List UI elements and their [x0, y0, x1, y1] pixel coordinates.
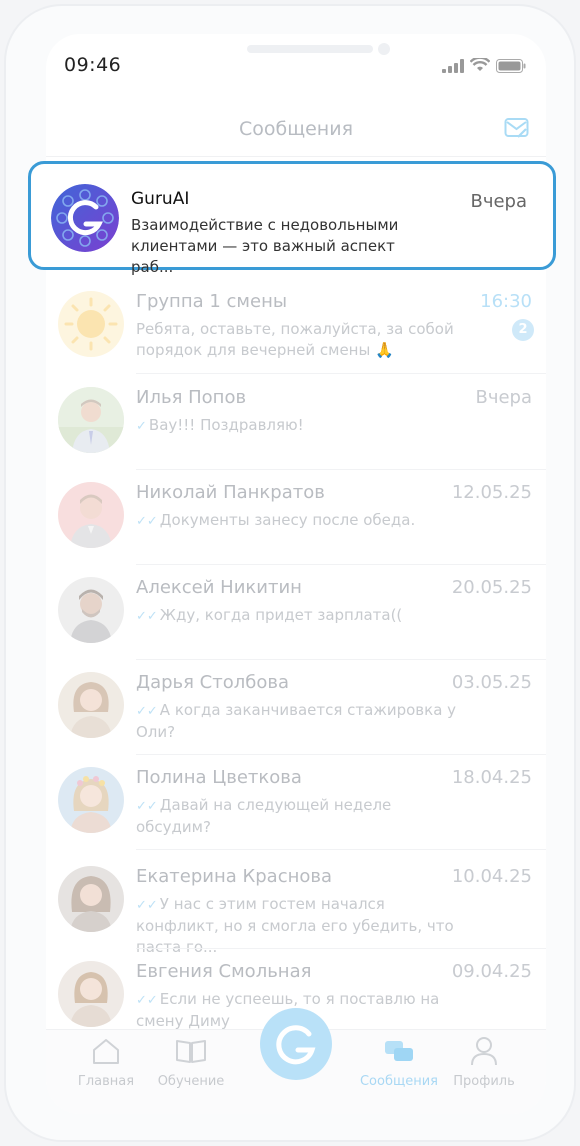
tab-label: Сообщения: [359, 1074, 438, 1089]
chat-preview: ✓✓ Давай на следующей неделе обсудим?: [136, 795, 466, 838]
wifi-icon: [470, 58, 490, 71]
chat-row-darya[interactable]: Дарья Столбова 03.05.25 ✓✓ А когда заканч…: [46, 660, 546, 755]
tab-label: Обучение: [157, 1074, 225, 1089]
check-icon: ✓: [136, 419, 147, 434]
chat-preview: ✓ Вау!!! Поздравляю!: [136, 415, 466, 437]
tab-learning[interactable]: Обучение: [146, 1036, 236, 1089]
chat-row-ilya[interactable]: Илья Попов Вчера ✓ Вау!!! Поздравляю!: [46, 375, 546, 470]
chat-preview: Взаимодействие с недовольными клиентами …: [131, 216, 399, 276]
chat-time: 16:30: [480, 291, 532, 312]
page-title: Сообщения: [238, 118, 354, 140]
chat-name: Полина Цветкова: [136, 767, 302, 788]
chat-time: 20.05.25: [451, 577, 532, 598]
avatar-sun: [58, 291, 124, 357]
avatar: [58, 767, 124, 833]
chat-row-guruai-highlighted[interactable]: GuruAI Вчера Взаимодействие с недовольны…: [28, 161, 556, 276]
avatar: [58, 387, 124, 453]
chat-preview-text: А когда заканчивается стажировка у Оли?: [136, 701, 457, 741]
book-icon: [176, 1040, 206, 1063]
chat-time: 12.05.25: [451, 482, 532, 503]
chat-name: Алексей Никитин: [136, 577, 302, 598]
chat-row-polina[interactable]: Полина Цветкова 18.04.25 ✓✓ Давай на след…: [46, 755, 546, 850]
chat-preview: ✓✓ Жду, когда придет зарплата((: [136, 605, 466, 627]
chat-name: Николай Панкратов: [136, 482, 325, 503]
battery-icon: [496, 58, 526, 73]
chat-time: Вчера: [470, 191, 527, 212]
tab-profile[interactable]: Профиль: [439, 1036, 529, 1089]
double-check-icon: ✓✓: [136, 993, 158, 1008]
chat-row-nikolay[interactable]: Николай Панкратов 12.05.25 ✓✓ Документы з…: [46, 470, 546, 565]
chat-preview-text: Документы занесу после обеда.: [159, 511, 416, 529]
avatar: [58, 961, 124, 1027]
chat-row-group[interactable]: Группа 1 смены 16:30 Ребята, оставьте, п…: [46, 279, 546, 374]
double-check-icon: ✓✓: [136, 609, 158, 624]
row-divider: [136, 373, 546, 374]
tab-home[interactable]: Главная: [61, 1036, 151, 1089]
avatar: [58, 482, 124, 548]
chat-name: GuruAI: [131, 189, 190, 209]
double-check-icon: ✓✓: [136, 898, 158, 913]
camera: [378, 43, 390, 55]
chat-preview: ✓✓ А когда заканчивается стажировка у Оли…: [136, 700, 466, 743]
chat-icon: [385, 1041, 413, 1061]
chat-name: Евгения Смольная: [136, 961, 312, 982]
chat-time: Вчера: [475, 387, 532, 408]
chat-preview-text: Жду, когда придет зарплата((: [159, 606, 403, 624]
chat-preview: ✓✓ Документы занесу после обеда.: [136, 510, 466, 532]
chat-preview-text: У нас с этим гостем начался конфликт, но…: [136, 895, 454, 956]
chat-time: 18.04.25: [451, 767, 532, 788]
guru-ai-logo-icon: [51, 184, 119, 252]
avatar: [58, 577, 124, 643]
avatar: [58, 672, 124, 738]
tab-label: Профиль: [453, 1074, 515, 1089]
double-check-icon: ✓✓: [136, 704, 158, 719]
chat-row-ekaterina[interactable]: Екатерина Краснова 10.04.25 ✓✓ У нас с эт…: [46, 850, 546, 956]
chat-time: 03.05.25: [451, 672, 532, 693]
speaker: [247, 45, 373, 53]
chat-name: Екатерина Краснова: [136, 866, 333, 887]
chat-time: 09.04.25: [451, 961, 532, 982]
status-icons: [442, 58, 526, 73]
home-icon: [93, 1039, 119, 1064]
chat-preview-text: Давай на следующей неделе обсудим?: [136, 796, 392, 836]
chat-preview-text: Вау!!! Поздравляю!: [148, 416, 304, 434]
guru-g-icon: [276, 1025, 316, 1065]
chat-name: Дарья Столбова: [136, 672, 289, 693]
unread-badge: 2: [512, 319, 534, 341]
tab-label: Главная: [77, 1074, 135, 1089]
avatar: [58, 866, 124, 932]
chat-preview: Ребята, оставьте, пожалуйста, за собой п…: [136, 320, 454, 359]
chat-time: 10.04.25: [451, 866, 532, 887]
compose-message-icon[interactable]: [504, 116, 530, 144]
chat-row-aleksey[interactable]: Алексей Никитин 20.05.25 ✓✓ Жду, когда пр…: [46, 565, 546, 660]
chat-name: Илья Попов: [136, 387, 247, 408]
signal-icon: [442, 58, 464, 73]
guru-ai-fab[interactable]: [260, 1008, 332, 1080]
chat-name: Группа 1 смены: [136, 291, 288, 312]
guru-ai-logo-avatar: [51, 184, 119, 252]
bottom-tab-bar: Главная Обучение Сообщения Профиль: [46, 1008, 546, 1114]
tab-messages[interactable]: Сообщения: [354, 1036, 444, 1089]
double-check-icon: ✓✓: [136, 514, 158, 529]
double-check-icon: ✓✓: [136, 799, 158, 814]
profile-icon: [471, 1037, 497, 1066]
status-time: 09:46: [64, 54, 122, 76]
sun-icon: [64, 297, 118, 351]
header-divider: [46, 156, 546, 157]
